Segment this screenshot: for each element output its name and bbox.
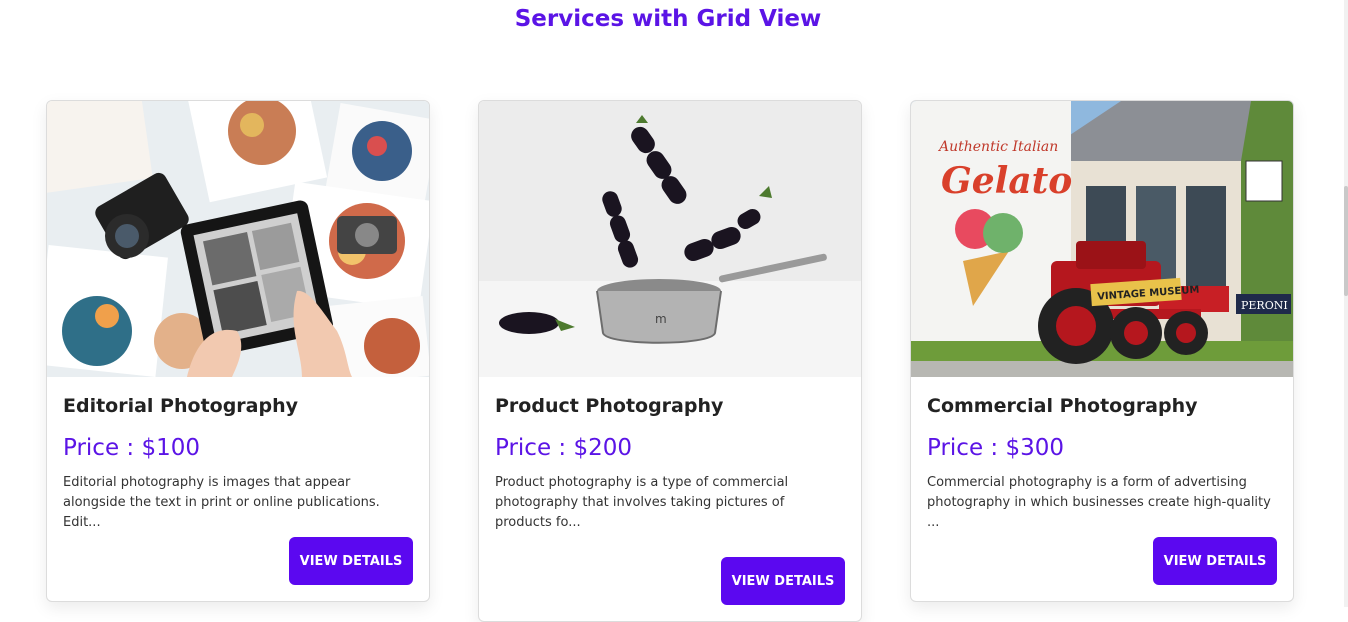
- scrollbar-thumb[interactable]: [1344, 186, 1348, 296]
- card-price: Price : $100: [63, 435, 201, 461]
- service-card-editorial: Editorial Photography Price : $100 Edito…: [46, 100, 430, 602]
- svg-text:m: m: [655, 312, 667, 326]
- card-title: Editorial Photography: [63, 395, 299, 417]
- editorial-photo-collage-image: [47, 101, 429, 377]
- eggplant-pan-product-image: m: [479, 101, 861, 377]
- service-card-product: m Product Photography Price : $200 Produ…: [478, 100, 862, 622]
- card-price: Price : $300: [927, 435, 1065, 461]
- card-title: Product Photography: [495, 395, 724, 417]
- card-description: Product photography is a type of commerc…: [495, 475, 789, 530]
- section-title: Services with Grid View: [514, 6, 822, 32]
- card-description: Editorial photography is images that app…: [63, 475, 380, 530]
- card-price: Price : $200: [495, 435, 633, 461]
- gelato-sign-line1: Authentic Italian: [937, 139, 1058, 155]
- view-details-button[interactable]: VIEW DETAILS: [289, 537, 413, 585]
- gelato-shop-tractor-image: Authentic Italian Gelato VINTAGE MUSEUM …: [911, 101, 1293, 377]
- view-details-button[interactable]: VIEW DETAILS: [721, 557, 845, 605]
- view-details-button[interactable]: VIEW DETAILS: [1153, 537, 1277, 585]
- gelato-sign-line2: Gelato: [941, 160, 1072, 202]
- service-card-commercial: Authentic Italian Gelato VINTAGE MUSEUM …: [910, 100, 1294, 602]
- card-description: Commercial photography is a form of adve…: [927, 475, 1271, 530]
- card-title: Commercial Photography: [927, 395, 1198, 417]
- page-scrollbar[interactable]: [1344, 0, 1348, 607]
- peroni-sign: PERONI: [1241, 299, 1288, 312]
